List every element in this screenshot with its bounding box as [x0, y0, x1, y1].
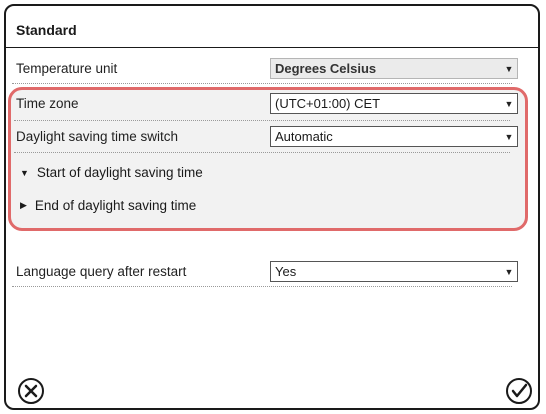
confirm-check-icon[interactable]	[504, 376, 534, 406]
row-divider	[12, 286, 512, 287]
chevron-down-icon: ▼	[504, 266, 514, 277]
time-zone-label: Time zone	[16, 96, 79, 111]
cancel-x-icon[interactable]	[16, 376, 46, 406]
time-zone-select[interactable]: (UTC+01:00) CET ▼	[270, 93, 518, 114]
row-divider	[12, 83, 512, 84]
dst-switch-value: Automatic	[275, 129, 333, 144]
triangle-down-icon: ▼	[20, 167, 29, 178]
dst-switch-label: Daylight saving time switch	[16, 129, 179, 144]
page-title: Standard	[16, 22, 77, 38]
chevron-down-icon: ▼	[504, 98, 514, 109]
language-query-label: Language query after restart	[16, 264, 187, 279]
temperature-unit-label: Temperature unit	[16, 61, 118, 76]
dst-switch-select[interactable]: Automatic ▼	[270, 126, 518, 147]
dst-end-expander[interactable]: ▶ End of daylight saving time	[20, 198, 196, 213]
dst-end-label: End of daylight saving time	[34, 198, 197, 213]
title-divider	[6, 47, 540, 48]
row-divider	[14, 120, 510, 121]
temperature-unit-value: Degrees Celsius	[275, 61, 377, 76]
dst-start-expander[interactable]: ▼ Start of daylight saving time	[20, 165, 203, 180]
temperature-unit-select[interactable]: Degrees Celsius ▼	[270, 58, 518, 79]
triangle-right-icon: ▶	[20, 200, 27, 210]
chevron-down-icon: ▼	[504, 131, 514, 142]
dst-start-label: Start of daylight saving time	[36, 165, 203, 180]
language-query-value: Yes	[275, 264, 297, 279]
chevron-down-icon: ▼	[504, 63, 514, 74]
language-query-select[interactable]: Yes ▼	[270, 261, 518, 282]
time-zone-value: (UTC+01:00) CET	[275, 96, 381, 111]
row-divider	[14, 152, 510, 153]
